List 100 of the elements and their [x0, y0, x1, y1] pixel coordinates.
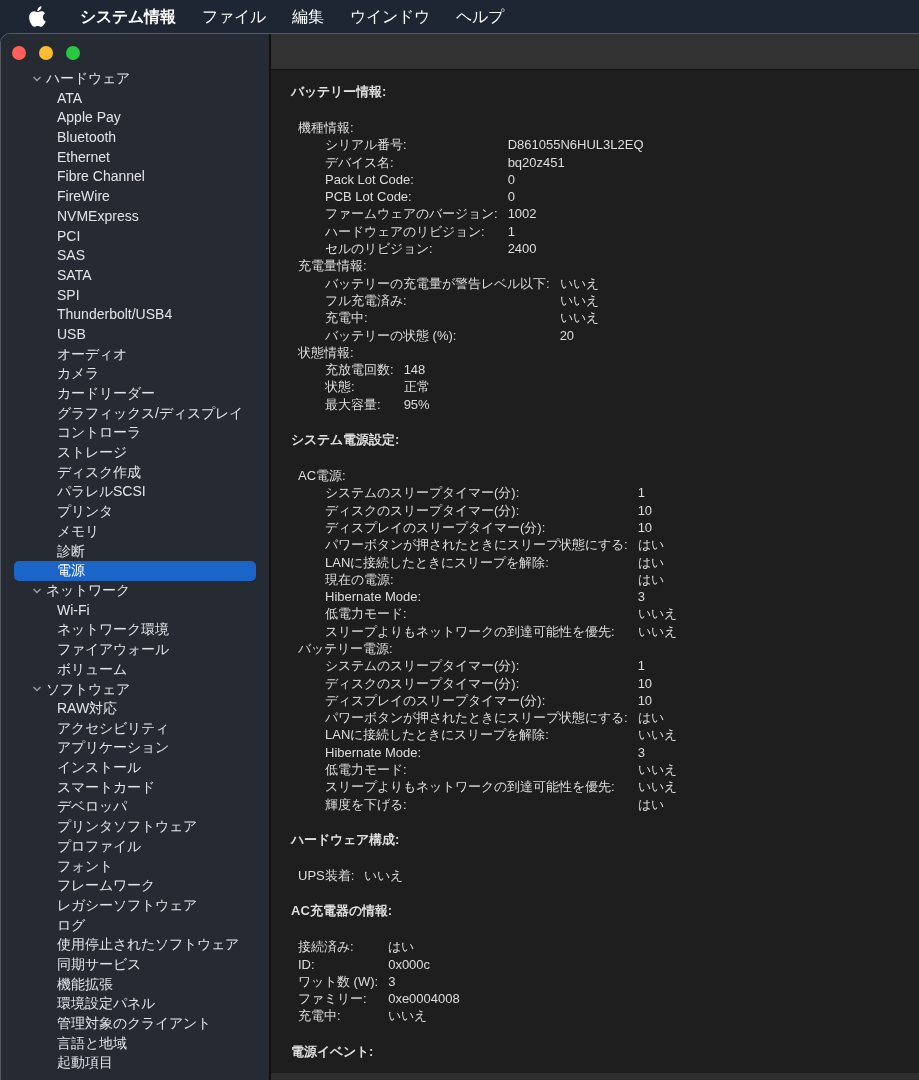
property-value: 3 — [637, 743, 646, 762]
sidebar-item[interactable]: 言語と地域 — [14, 1033, 256, 1054]
close-button[interactable] — [12, 46, 26, 60]
sidebar-item[interactable]: スマートカード — [14, 777, 256, 798]
property-value: D861055N6HUL3L2EQ — [507, 136, 644, 154]
sidebar-item[interactable]: カメラ — [14, 364, 256, 384]
sidebar-item[interactable]: グラフィックス/ディスプレイ — [14, 403, 256, 424]
group-heading: 機種情報: — [298, 119, 354, 137]
sidebar-item[interactable]: Apple Pay — [14, 108, 256, 129]
app-menu[interactable]: システム情報 — [80, 4, 176, 29]
apple-logo-icon[interactable] — [28, 6, 46, 27]
sidebar-item[interactable]: プリンタソフトウェア — [14, 817, 256, 837]
menu-item[interactable]: 編集 — [292, 4, 324, 29]
menu-item[interactable]: ヘルプ — [456, 4, 504, 29]
sidebar-category[interactable]: ネットワーク — [14, 580, 256, 601]
property-value: 3 — [637, 588, 646, 606]
property-label: セルのリビジョン: — [325, 240, 434, 258]
property-label: 接続済み: — [298, 938, 355, 956]
property-label: 低電力モード: — [325, 605, 408, 623]
sidebar-item[interactable]: フレームワーク — [14, 876, 256, 896]
property-label: 充電中: — [298, 1007, 342, 1025]
property-value: 10 — [637, 518, 654, 537]
sidebar-item[interactable]: 使用停止されたソフトウェア — [14, 935, 256, 955]
group-heading: バッテリー電源: — [298, 640, 393, 658]
property-label: パワーボタンが押されたときにスリープ状態にする: — [325, 709, 628, 727]
group-heading: AC電源: — [298, 467, 346, 485]
property-value: いいえ — [559, 309, 599, 327]
menu-item[interactable]: ウインドウ — [350, 4, 430, 29]
sidebar-item[interactable]: ATA — [14, 88, 256, 109]
sidebar-item[interactable]: SAS — [14, 246, 256, 266]
property-label: システムのスリープタイマー(分): — [325, 484, 521, 502]
property-label: フル充電済み: — [325, 291, 408, 310]
sidebar-item[interactable]: NVMExpress — [14, 206, 256, 227]
sidebar-item[interactable]: ディスク作成 — [14, 462, 256, 483]
property-label: ディスクのスリープタイマー(分): — [325, 674, 521, 692]
sidebar-item[interactable]: ネットワーク環境 — [14, 620, 256, 640]
property-label: UPS装着: — [298, 866, 355, 885]
sidebar-item[interactable]: コントローラ — [14, 423, 256, 444]
sidebar-item[interactable]: USB — [14, 324, 256, 345]
property-value: bq20z451 — [507, 153, 566, 171]
property-value: 0x000c — [388, 955, 432, 973]
sidebar-item[interactable]: ストレージ — [14, 443, 256, 463]
sidebar-item[interactable]: デベロッパ — [14, 797, 256, 818]
sidebar-item[interactable]: パラレルSCSI — [14, 482, 256, 503]
sidebar-category[interactable]: ソフトウェア — [14, 679, 256, 699]
sidebar-item[interactable]: 同期サービス — [14, 954, 256, 975]
property-value: 10 — [637, 691, 654, 710]
sidebar-item[interactable]: FireWire — [14, 187, 256, 207]
sidebar-item[interactable]: アクセシビリティ — [14, 718, 256, 739]
property-value: 2400 — [507, 240, 538, 258]
sidebar-item[interactable]: Ethernet — [14, 147, 256, 168]
zoom-button[interactable] — [66, 46, 80, 60]
sidebar-item[interactable]: 機能拡張 — [14, 974, 256, 995]
sidebar-item[interactable]: レガシーソフトウェア — [14, 895, 256, 916]
sidebar-item[interactable]: フォント — [14, 856, 256, 877]
sidebar-item[interactable]: 環境設定パネル — [14, 994, 256, 1014]
property-label: 輝度を下げる: — [325, 795, 408, 813]
sidebar-item[interactable]: SPI — [14, 285, 256, 306]
property-value: はい — [388, 938, 416, 956]
sidebar-item[interactable]: プロファイル — [14, 836, 256, 857]
menu-item[interactable]: ファイル — [202, 4, 266, 29]
minimize-button[interactable] — [39, 46, 53, 60]
property-label: システムのスリープタイマー(分): — [325, 657, 521, 675]
section-heading: ハードウェア構成: — [291, 830, 400, 849]
property-value: 1 — [507, 222, 516, 241]
sidebar-item[interactable]: オーディオ — [14, 344, 256, 365]
sidebar-item[interactable]: アプリケーション — [14, 738, 256, 759]
sidebar-item[interactable]: RAW対応 — [14, 699, 256, 719]
property-value: 20 — [559, 326, 576, 344]
property-value: 0 — [507, 170, 516, 189]
sidebar-item[interactable]: 起動項目 — [14, 1053, 256, 1074]
sidebar-item[interactable]: Wi-Fi — [14, 600, 256, 621]
sidebar-item[interactable]: 電源 — [14, 561, 256, 581]
property-value: 1 — [637, 484, 646, 502]
sidebar-category[interactable]: ハードウェア — [14, 69, 256, 89]
sidebar-item[interactable]: ログ — [14, 915, 256, 936]
property-label: ファームウェアのバージョン: — [325, 205, 498, 223]
sidebar-item[interactable]: ボリューム — [14, 659, 256, 680]
property-value: 1 — [637, 657, 646, 675]
property-label: バッテリーの充電量が警告レベル以下: — [325, 274, 550, 292]
sidebar-item[interactable]: カードリーダー — [14, 384, 256, 404]
sidebar-item[interactable]: Bluetooth — [14, 128, 256, 148]
sidebar-item[interactable]: メモリ — [14, 521, 256, 542]
property-label: パワーボタンが押されたときにスリープ状態にする: — [325, 536, 628, 554]
sidebar-item[interactable]: Thunderbolt/USB4 — [14, 305, 256, 325]
sidebar-item[interactable]: Fibre Channel — [14, 167, 256, 188]
group-heading: 状態情報: — [298, 343, 354, 362]
sidebar-item[interactable]: PCI — [14, 226, 256, 247]
property-label: 低電力モード: — [325, 761, 408, 779]
sidebar-item[interactable]: プリンタ — [14, 502, 256, 522]
sidebar-item[interactable]: 管理対象のクライアント — [14, 1014, 256, 1034]
section-heading: 電源イベント: — [291, 1042, 374, 1060]
property-value: いいえ — [559, 291, 599, 310]
sidebar-item[interactable]: SATA — [14, 265, 256, 286]
sidebar-item[interactable]: 診断 — [14, 541, 256, 562]
property-value: はい — [637, 795, 665, 813]
property-label: シリアル番号: — [325, 136, 408, 154]
sidebar-item[interactable]: ファイアウォール — [14, 639, 256, 660]
property-value: 正常 — [403, 378, 430, 396]
sidebar-item[interactable]: インストール — [14, 758, 256, 778]
